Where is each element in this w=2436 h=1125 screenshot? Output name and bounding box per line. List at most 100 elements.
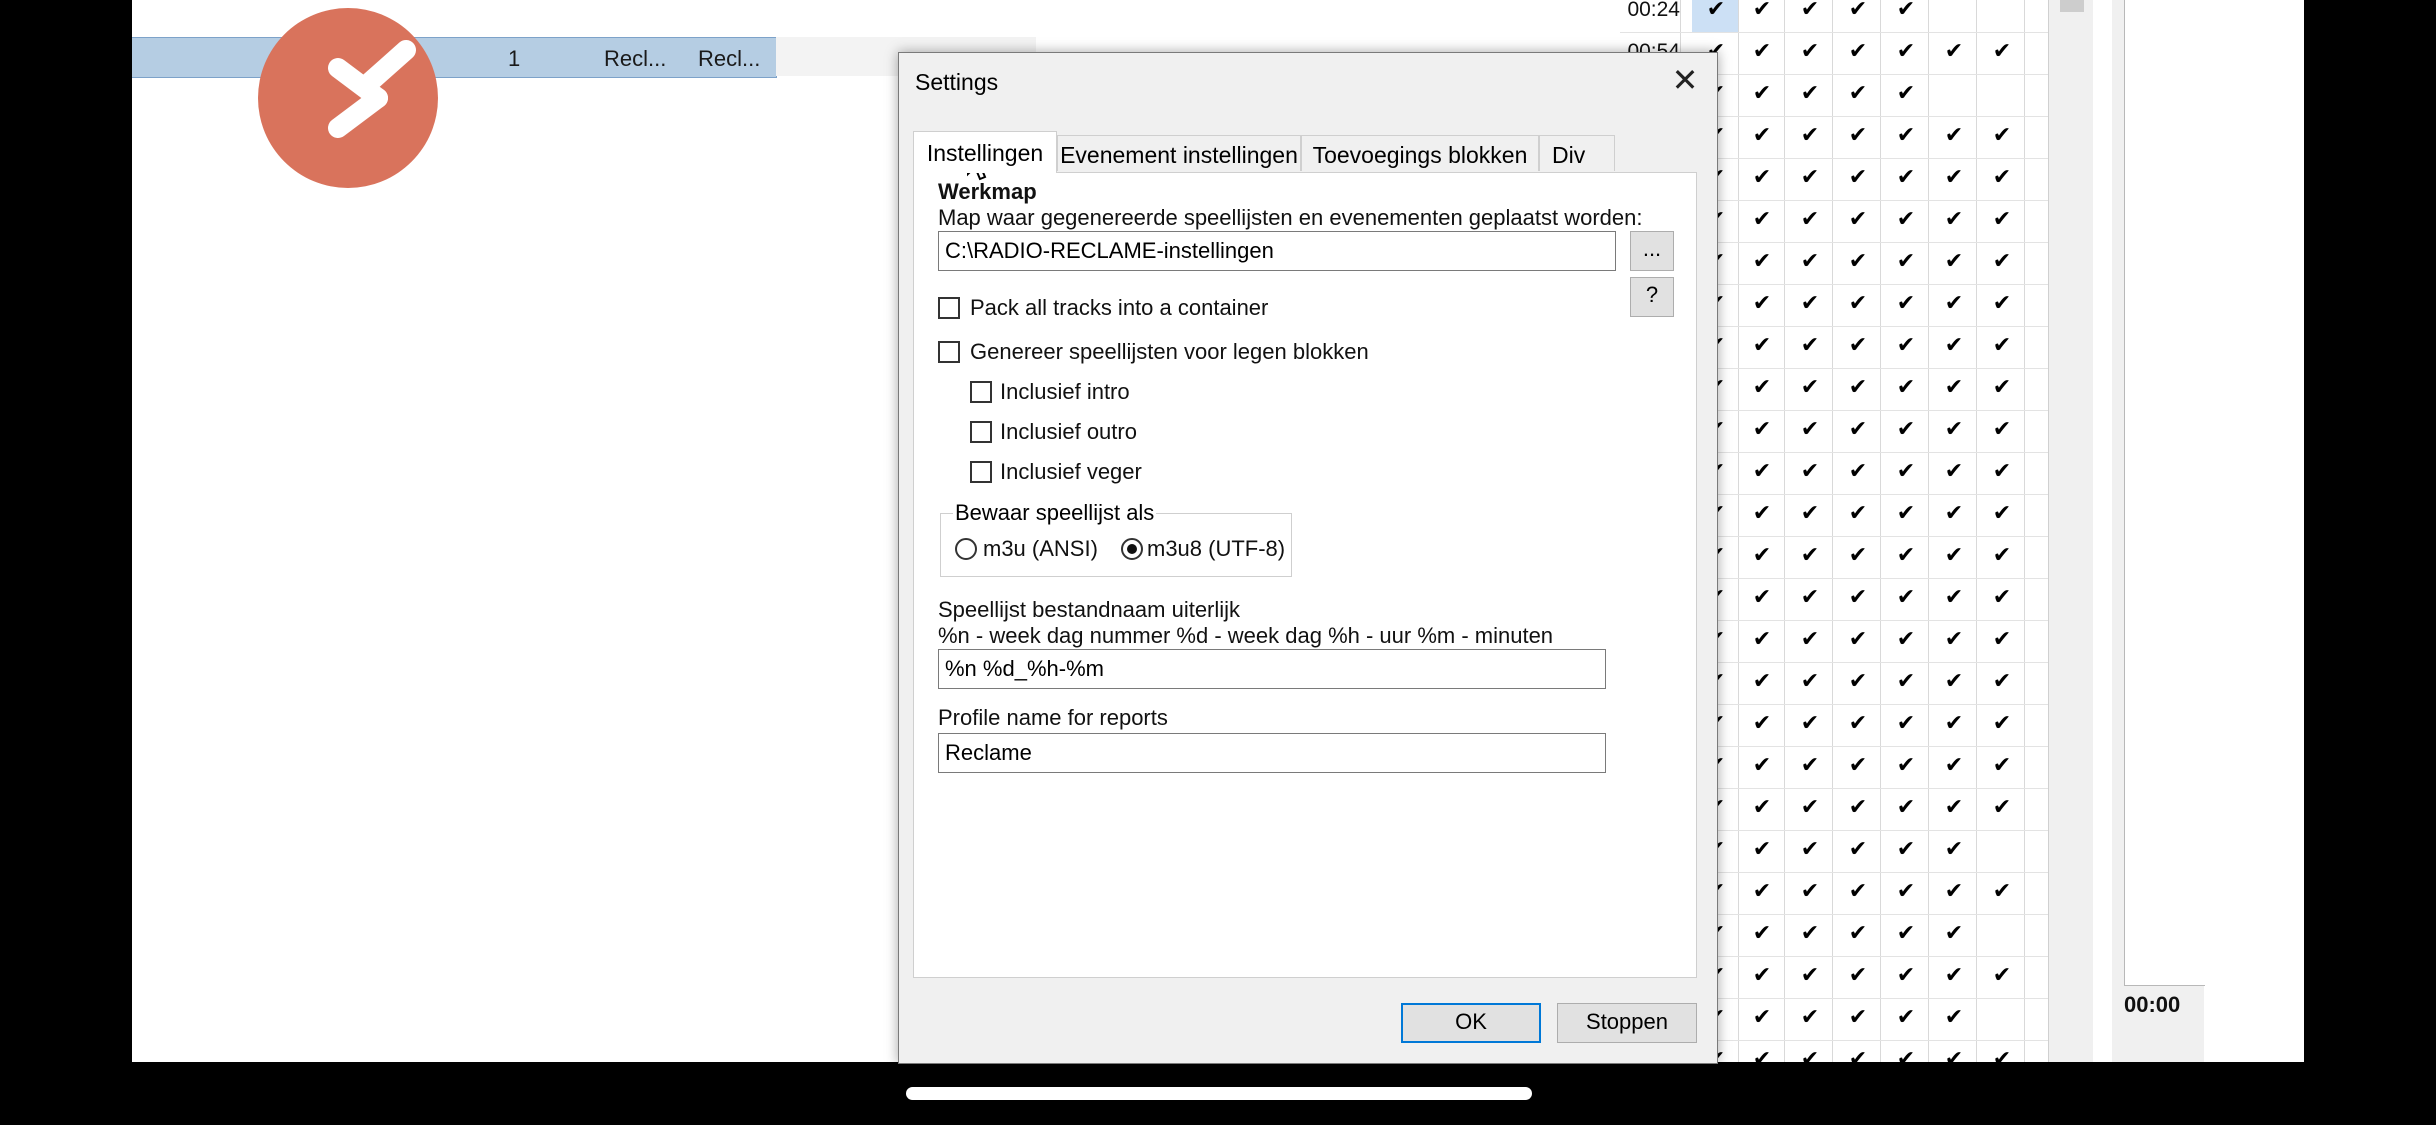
checkmark-icon[interactable]: ✔ bbox=[1740, 500, 1784, 526]
checkmark-icon[interactable]: ✔ bbox=[1884, 290, 1928, 316]
pack-tracks-checkbox[interactable] bbox=[938, 297, 960, 319]
intro-checkbox[interactable] bbox=[970, 381, 992, 403]
grid-row[interactable]: 00:24 ✔ ✔ ✔ ✔ ✔ bbox=[1620, 0, 2050, 33]
checkmark-icon[interactable]: ✔ bbox=[1836, 584, 1880, 610]
veger-checkbox[interactable] bbox=[970, 461, 992, 483]
checkmark-icon[interactable]: ✔ bbox=[1788, 668, 1832, 694]
checkmark-icon[interactable]: ✔ bbox=[1740, 878, 1784, 904]
checkmark-icon[interactable]: ✔ bbox=[1884, 458, 1928, 484]
checkmark-icon[interactable]: ✔ bbox=[1740, 1046, 1784, 1062]
outro-checkbox[interactable] bbox=[970, 421, 992, 443]
checkmark-icon[interactable]: ✔ bbox=[1980, 626, 2024, 652]
checkmark-icon[interactable]: ✔ bbox=[1740, 80, 1784, 106]
checkmark-icon[interactable]: ✔ bbox=[1788, 122, 1832, 148]
checkmark-icon[interactable]: ✔ bbox=[1980, 38, 2024, 64]
checkmark-icon[interactable]: ✔ bbox=[1788, 500, 1832, 526]
checkmark-icon[interactable]: ✔ bbox=[1980, 248, 2024, 274]
checkmark-icon[interactable]: ✔ bbox=[1884, 38, 1928, 64]
checkmark-icon[interactable]: ✔ bbox=[1932, 332, 1976, 358]
checkmark-icon[interactable]: ✔ bbox=[1740, 38, 1784, 64]
checkmark-icon[interactable]: ✔ bbox=[1884, 0, 1928, 22]
checkmark-icon[interactable]: ✔ bbox=[1980, 500, 2024, 526]
checkmark-icon[interactable]: ✔ bbox=[1788, 458, 1832, 484]
checkmark-icon[interactable]: ✔ bbox=[1788, 878, 1832, 904]
checkmark-icon[interactable]: ✔ bbox=[1932, 668, 1976, 694]
checkmark-icon[interactable]: ✔ bbox=[1788, 794, 1832, 820]
checkmark-icon[interactable]: ✔ bbox=[1932, 584, 1976, 610]
checkmark-icon[interactable]: ✔ bbox=[1980, 710, 2024, 736]
checkmark-icon[interactable]: ✔ bbox=[1788, 248, 1832, 274]
checkmark-icon[interactable]: ✔ bbox=[1884, 374, 1928, 400]
tab-evenement-instellingen[interactable]: Evenement instellingen bbox=[1057, 135, 1301, 171]
checkmark-icon[interactable]: ✔ bbox=[1884, 794, 1928, 820]
tab-div[interactable]: Div bbox=[1539, 135, 1615, 171]
checkmark-icon[interactable]: ✔ bbox=[1884, 668, 1928, 694]
checkmark-icon[interactable]: ✔ bbox=[1836, 626, 1880, 652]
checkmark-icon[interactable]: ✔ bbox=[1740, 248, 1784, 274]
checkmark-icon[interactable]: ✔ bbox=[1932, 164, 1976, 190]
checkmark-icon[interactable]: ✔ bbox=[1932, 878, 1976, 904]
checkmark-icon[interactable]: ✔ bbox=[1740, 626, 1784, 652]
checkmark-icon[interactable]: ✔ bbox=[1980, 164, 2024, 190]
checkmark-icon[interactable]: ✔ bbox=[1932, 1004, 1976, 1030]
checkmark-icon[interactable]: ✔ bbox=[1932, 794, 1976, 820]
home-indicator[interactable] bbox=[906, 1087, 1532, 1100]
checkmark-icon[interactable]: ✔ bbox=[1836, 542, 1880, 568]
close-icon[interactable]: ✕ bbox=[1667, 61, 1703, 99]
checkmark-icon[interactable]: ✔ bbox=[1788, 38, 1832, 64]
remote-desktop-logo-icon[interactable] bbox=[258, 8, 438, 188]
checkmark-icon[interactable]: ✔ bbox=[1740, 122, 1784, 148]
checkmark-icon[interactable]: ✔ bbox=[1980, 416, 2024, 442]
checkmark-icon[interactable]: ✔ bbox=[1836, 164, 1880, 190]
checkmark-icon[interactable]: ✔ bbox=[1932, 122, 1976, 148]
checkmark-icon[interactable]: ✔ bbox=[1884, 584, 1928, 610]
m3u8-radio[interactable] bbox=[1121, 538, 1143, 560]
checkmark-icon[interactable]: ✔ bbox=[1932, 962, 1976, 988]
checkmark-icon[interactable]: ✔ bbox=[1932, 626, 1976, 652]
genereer-checkbox[interactable] bbox=[938, 341, 960, 363]
checkmark-icon[interactable]: ✔ bbox=[1788, 752, 1832, 778]
checkmark-icon[interactable]: ✔ bbox=[1884, 752, 1928, 778]
checkmark-icon[interactable]: ✔ bbox=[1788, 836, 1832, 862]
checkmark-icon[interactable]: ✔ bbox=[1884, 1004, 1928, 1030]
checkmark-icon[interactable]: ✔ bbox=[1836, 458, 1880, 484]
checkmark-icon[interactable]: ✔ bbox=[1980, 542, 2024, 568]
checkmark-icon[interactable]: ✔ bbox=[1884, 80, 1928, 106]
checkmark-icon[interactable]: ✔ bbox=[1932, 416, 1976, 442]
checkmark-icon[interactable]: ✔ bbox=[1932, 836, 1976, 862]
checkmark-icon[interactable]: ✔ bbox=[1740, 290, 1784, 316]
checkmark-icon[interactable]: ✔ bbox=[1788, 332, 1832, 358]
checkmark-icon[interactable]: ✔ bbox=[1980, 794, 2024, 820]
checkmark-icon[interactable]: ✔ bbox=[1740, 752, 1784, 778]
checkmark-icon[interactable]: ✔ bbox=[1980, 332, 2024, 358]
checkmark-icon[interactable]: ✔ bbox=[1740, 416, 1784, 442]
checkmark-icon[interactable]: ✔ bbox=[1740, 374, 1784, 400]
checkmark-icon[interactable]: ✔ bbox=[1884, 416, 1928, 442]
checkmark-icon[interactable]: ✔ bbox=[1884, 920, 1928, 946]
checkmark-icon[interactable]: ✔ bbox=[1836, 752, 1880, 778]
checkmark-icon[interactable]: ✔ bbox=[1836, 206, 1880, 232]
checkmark-icon[interactable]: ✔ bbox=[1836, 374, 1880, 400]
checkmark-icon[interactable]: ✔ bbox=[1836, 122, 1880, 148]
checkmark-icon[interactable]: ✔ bbox=[1884, 332, 1928, 358]
checkmark-icon[interactable]: ✔ bbox=[1884, 836, 1928, 862]
checkmark-icon[interactable]: ✔ bbox=[1980, 458, 2024, 484]
checkmark-icon[interactable]: ✔ bbox=[1980, 374, 2024, 400]
checkmark-icon[interactable]: ✔ bbox=[1836, 500, 1880, 526]
checkmark-icon[interactable]: ✔ bbox=[1884, 122, 1928, 148]
checkmark-icon[interactable]: ✔ bbox=[1788, 0, 1832, 22]
checkmark-icon[interactable]: ✔ bbox=[1788, 584, 1832, 610]
checkmark-icon[interactable]: ✔ bbox=[1788, 80, 1832, 106]
checkmark-icon[interactable]: ✔ bbox=[1740, 1004, 1784, 1030]
checkmark-icon[interactable]: ✔ bbox=[1932, 752, 1976, 778]
checkmark-icon[interactable]: ✔ bbox=[1932, 500, 1976, 526]
checkmark-icon[interactable]: ✔ bbox=[1788, 962, 1832, 988]
checkmark-icon[interactable]: ✔ bbox=[1884, 626, 1928, 652]
checkmark-icon[interactable]: ✔ bbox=[1836, 962, 1880, 988]
ok-button[interactable]: OK bbox=[1401, 1003, 1541, 1043]
checkmark-icon[interactable]: ✔ bbox=[1788, 290, 1832, 316]
checkmark-icon[interactable]: ✔ bbox=[1740, 710, 1784, 736]
help-button[interactable]: ? bbox=[1630, 277, 1674, 317]
checkmark-icon[interactable]: ✔ bbox=[1788, 710, 1832, 736]
checkmark-icon[interactable]: ✔ bbox=[1932, 1046, 1976, 1062]
